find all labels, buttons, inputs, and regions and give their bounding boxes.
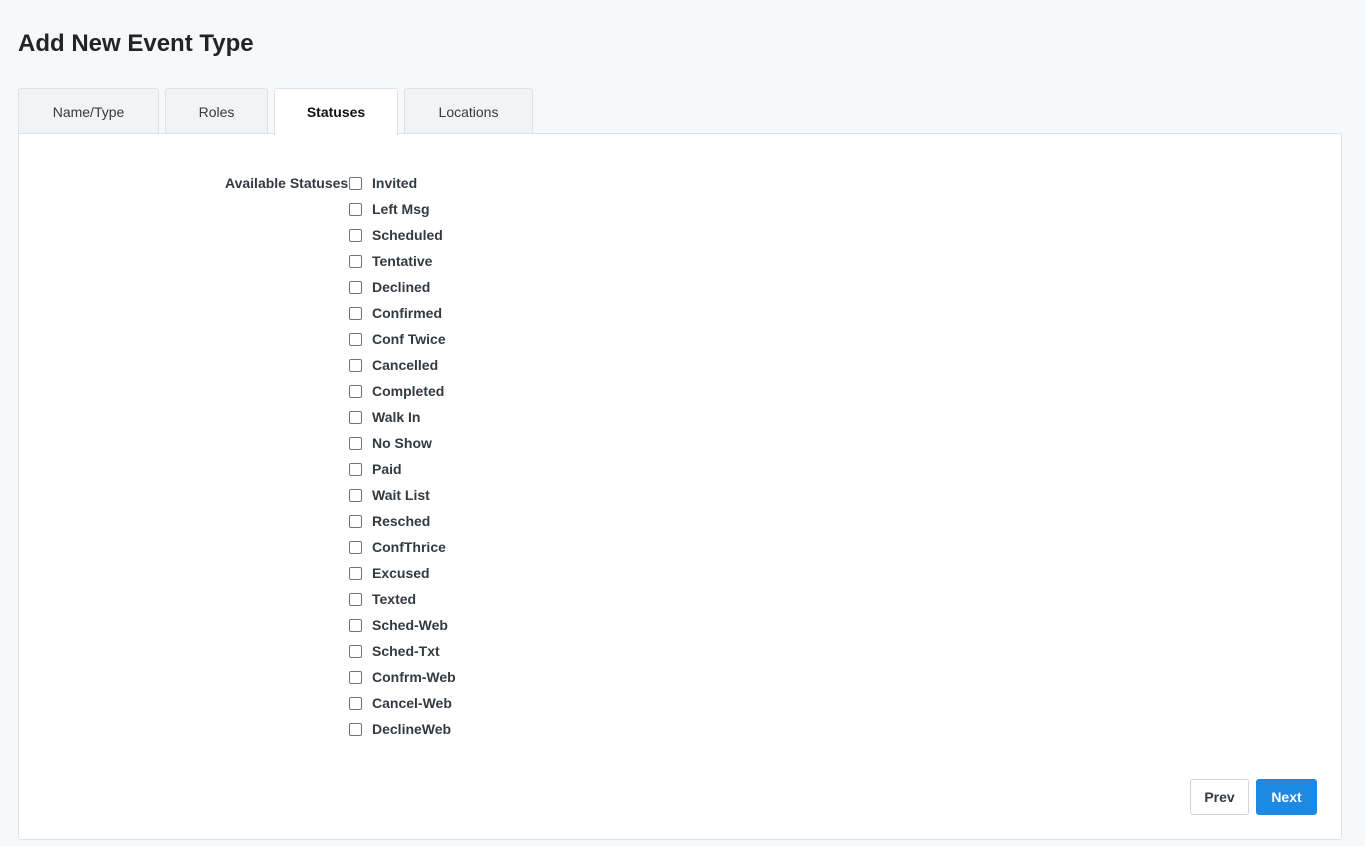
status-checkbox[interactable] [349, 670, 362, 684]
status-checkbox[interactable] [349, 176, 362, 190]
status-option[interactable]: ConfThrice [349, 534, 456, 560]
status-checkbox[interactable] [349, 228, 362, 242]
status-label: Scheduled [372, 227, 443, 243]
status-checkbox[interactable] [349, 280, 362, 294]
status-label: Cancelled [372, 357, 439, 373]
status-checkbox[interactable] [349, 410, 362, 424]
status-checkbox[interactable] [349, 384, 362, 398]
status-option[interactable]: Sched-Txt [349, 638, 456, 664]
status-checkbox[interactable] [349, 722, 362, 736]
statuses-panel: Available Statuses Invited Left Msg Schedu… [18, 133, 1342, 840]
status-label: Confirmed [372, 305, 442, 321]
status-option[interactable]: Left Msg [349, 196, 456, 222]
status-option[interactable]: Conf Twice [349, 326, 456, 352]
status-option[interactable]: Walk In [349, 404, 456, 430]
prev-button[interactable]: Prev [1190, 779, 1249, 815]
status-checkbox[interactable] [349, 254, 362, 268]
status-checkbox[interactable] [349, 540, 362, 554]
status-checkbox[interactable] [349, 514, 362, 528]
status-label: Sched-Web [372, 617, 448, 633]
status-checkbox[interactable] [349, 332, 362, 346]
status-option[interactable]: Excused [349, 560, 456, 586]
status-label: Confrm-Web [372, 669, 456, 685]
status-label: No Show [372, 435, 432, 451]
status-option[interactable]: Sched-Web [349, 612, 456, 638]
status-option[interactable]: DeclineWeb [349, 716, 456, 742]
status-label: DeclineWeb [372, 721, 452, 737]
status-option[interactable]: Texted [349, 586, 456, 612]
available-statuses-label: Available Statuses [225, 175, 349, 191]
status-option[interactable]: Cancelled [349, 352, 456, 378]
status-label: Resched [372, 513, 431, 529]
status-option[interactable]: Tentative [349, 248, 456, 274]
status-label: Left Msg [372, 201, 430, 217]
status-option[interactable]: Wait List [349, 482, 456, 508]
status-option[interactable]: Paid [349, 456, 456, 482]
status-checkbox[interactable] [349, 462, 362, 476]
status-option[interactable]: Confrm-Web [349, 664, 456, 690]
status-option[interactable]: Cancel-Web [349, 690, 456, 716]
status-label: Paid [372, 461, 402, 477]
status-label: Excused [372, 565, 430, 581]
status-option[interactable]: Completed [349, 378, 456, 404]
status-checkbox[interactable] [349, 618, 362, 632]
status-label: Tentative [372, 253, 433, 269]
status-option[interactable]: No Show [349, 430, 456, 456]
status-option[interactable]: Confirmed [349, 300, 456, 326]
status-label: ConfThrice [372, 539, 446, 555]
status-checkbox[interactable] [349, 202, 362, 216]
status-option[interactable]: Invited [349, 170, 456, 196]
tab-name-type[interactable]: Name/Type [18, 88, 159, 134]
status-label: Sched-Txt [372, 643, 440, 659]
top-bar [0, 0, 1365, 6]
tab-locations[interactable]: Locations [404, 88, 533, 134]
status-label: Cancel-Web [372, 695, 452, 711]
page-title: Add New Event Type [18, 30, 254, 57]
status-checkbox[interactable] [349, 566, 362, 580]
status-option[interactable]: Resched [349, 508, 456, 534]
status-checkbox[interactable] [349, 644, 362, 658]
status-label: Wait List [372, 487, 430, 503]
status-label: Invited [372, 175, 418, 191]
status-label: Texted [372, 591, 417, 607]
status-option[interactable]: Scheduled [349, 222, 456, 248]
status-label: Conf Twice [372, 331, 446, 347]
status-checkbox[interactable] [349, 306, 362, 320]
status-checkbox[interactable] [349, 488, 362, 502]
next-button[interactable]: Next [1256, 779, 1317, 815]
status-label: Declined [372, 279, 431, 295]
status-label: Completed [372, 383, 445, 399]
tab-roles[interactable]: Roles [165, 88, 268, 134]
status-checkbox[interactable] [349, 436, 362, 450]
status-option[interactable]: Declined [349, 274, 456, 300]
tab-statuses[interactable]: Statuses [274, 88, 398, 135]
status-checkbox[interactable] [349, 592, 362, 606]
status-checkbox[interactable] [349, 358, 362, 372]
status-checkbox-list: Invited Left Msg Scheduled Tentative Decline… [349, 170, 456, 742]
status-checkbox[interactable] [349, 696, 362, 710]
status-label: Walk In [372, 409, 421, 425]
